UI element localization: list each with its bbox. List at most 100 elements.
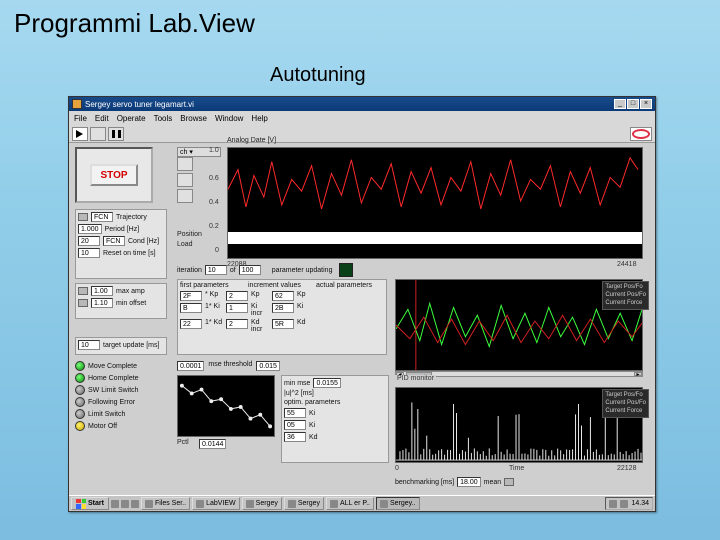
- minoff-field[interactable]: 1.10: [91, 298, 113, 308]
- status-led-row: SW Limit Switch: [75, 385, 175, 395]
- status-led-label: Motor Off: [88, 423, 117, 430]
- taskbar-item[interactable]: Sergey: [242, 497, 282, 510]
- bench-field[interactable]: 18.00: [457, 477, 481, 487]
- period-label: Period [Hz]: [105, 226, 140, 233]
- pctl-field[interactable]: 0.0144: [199, 439, 226, 449]
- param-field[interactable]: 36: [284, 432, 306, 442]
- quicklaunch-icon[interactable]: [121, 500, 129, 508]
- status-led-row: Motor Off: [75, 421, 175, 431]
- table-row: 36Kd: [284, 432, 386, 442]
- labview-icon: [72, 99, 82, 109]
- switch-icon[interactable]: [78, 299, 88, 307]
- param-field[interactable]: 2: [226, 319, 248, 329]
- cond-field[interactable]: 20: [78, 236, 100, 246]
- switch-icon[interactable]: [78, 287, 88, 295]
- param-field[interactable]: B: [180, 303, 202, 313]
- iteration-label: iteration: [177, 267, 202, 274]
- pause-button[interactable]: [108, 127, 124, 141]
- period-field[interactable]: 1.000: [78, 224, 102, 234]
- tray-icon[interactable]: [620, 500, 628, 508]
- analog-chart[interactable]: [227, 147, 643, 259]
- target-update: 10target update [ms]: [75, 337, 167, 355]
- maxamp-field[interactable]: 1.00: [91, 286, 113, 296]
- param-field[interactable]: 2F: [180, 291, 202, 301]
- mse-th-field[interactable]: 0.015: [256, 361, 280, 371]
- legend-item: Current Pos/Fo: [605, 400, 646, 408]
- maximize-button[interactable]: □: [627, 99, 639, 109]
- table-row: 05Ki: [284, 420, 386, 430]
- zoom-button[interactable]: [177, 157, 193, 171]
- menu-browse[interactable]: Browse: [180, 114, 207, 123]
- vi-logo-icon: [630, 127, 652, 141]
- param-field[interactable]: 05: [284, 420, 306, 430]
- fcn1-field[interactable]: FCN: [91, 212, 113, 222]
- close-button[interactable]: ×: [640, 99, 652, 109]
- reset-label: Reset on time [s]: [103, 250, 156, 257]
- target-field[interactable]: 10: [78, 340, 100, 350]
- param-field[interactable]: 2: [226, 291, 248, 301]
- run-button[interactable]: [72, 127, 88, 141]
- taskbar-item[interactable]: Files Ser..: [141, 497, 190, 510]
- taskbar-item[interactable]: LabVIEW: [192, 497, 240, 510]
- param-field[interactable]: 5R: [272, 319, 294, 329]
- bot-legend: Target Pos/Fo Current Pos/Fo Current For…: [602, 389, 649, 418]
- param-label: Kd: [309, 434, 318, 441]
- status-led: [75, 397, 85, 407]
- taskbar-item[interactable]: ALL er P..: [326, 497, 374, 510]
- param-field[interactable]: 22: [180, 319, 202, 329]
- taskbar-item[interactable]: Sergey: [284, 497, 324, 510]
- param-field[interactable]: 62: [272, 291, 294, 301]
- fcn2-field[interactable]: FCN: [103, 236, 125, 246]
- pctl-chart[interactable]: [177, 375, 275, 437]
- param-field[interactable]: 55: [284, 408, 306, 418]
- menu-edit[interactable]: Edit: [95, 114, 109, 123]
- updating-led: [339, 263, 353, 277]
- bot-x0: 0: [395, 465, 399, 472]
- pan-button[interactable]: [177, 173, 193, 187]
- top-legend-pos: Position: [177, 231, 202, 238]
- menu-tools[interactable]: Tools: [154, 114, 173, 123]
- minmse-label: min mse: [284, 380, 310, 387]
- mse-field[interactable]: 0.0001: [177, 361, 204, 371]
- status-led-row: Limit Switch: [75, 409, 175, 419]
- start-button[interactable]: Start: [71, 497, 109, 510]
- minimize-button[interactable]: _: [614, 99, 626, 109]
- task-icon: [246, 500, 254, 508]
- front-panel: STOP FCNTrajectory 1.000Period [Hz] 20FC…: [69, 143, 655, 495]
- menu-file[interactable]: File: [74, 114, 87, 123]
- slide-title: Programmi Lab.View: [14, 8, 255, 39]
- quicklaunch-icon[interactable]: [131, 500, 139, 508]
- amp-params: 1.00max amp 1.10min offset: [75, 283, 167, 319]
- cursor-button[interactable]: [177, 189, 193, 203]
- param-field[interactable]: 2B: [272, 303, 294, 313]
- iteration-field[interactable]: 10: [205, 265, 227, 275]
- iteration-max-field[interactable]: 100: [239, 265, 261, 275]
- status-led-label: SW Limit Switch: [88, 387, 139, 394]
- table-row: 2F* Kp2Kp62Kp: [180, 291, 384, 301]
- ytick-10: 1.0: [209, 147, 219, 154]
- stop-button[interactable]: STOP: [90, 164, 138, 186]
- table-row: 55Ki: [284, 408, 386, 418]
- mse-row: 0.0001 mse threshold 0.015: [177, 361, 280, 371]
- run-continuous-button[interactable]: [90, 127, 106, 141]
- tray-icon[interactable]: [609, 500, 617, 508]
- taskbar-item[interactable]: Sergey..: [376, 497, 420, 510]
- iteration-row: iteration 10 of 100 parameter updating: [177, 263, 353, 277]
- status-led: [75, 421, 85, 431]
- menu-operate[interactable]: Operate: [117, 114, 146, 123]
- scroll-right-icon[interactable]: ▸: [634, 372, 642, 376]
- titlebar: Sergey servo tuner legamart.vi _ □ ×: [69, 97, 655, 111]
- switch-icon[interactable]: [78, 213, 88, 221]
- quicklaunch-icon[interactable]: [111, 500, 119, 508]
- ytick-06: 0.6: [209, 175, 219, 182]
- minmse-field[interactable]: 0.0155: [313, 378, 340, 388]
- reset-field[interactable]: 10: [78, 248, 100, 258]
- mean-switch[interactable]: [504, 478, 514, 486]
- param-field[interactable]: 1: [226, 303, 248, 313]
- menu-help[interactable]: Help: [251, 114, 267, 123]
- param-label: Kd: [297, 319, 315, 333]
- mid-legend: Target Pos/Fo Current Pos/Fo Current For…: [602, 281, 649, 310]
- param-label: Ki: [309, 422, 315, 429]
- menu-window[interactable]: Window: [215, 114, 243, 123]
- col-incr: increment values: [248, 282, 316, 289]
